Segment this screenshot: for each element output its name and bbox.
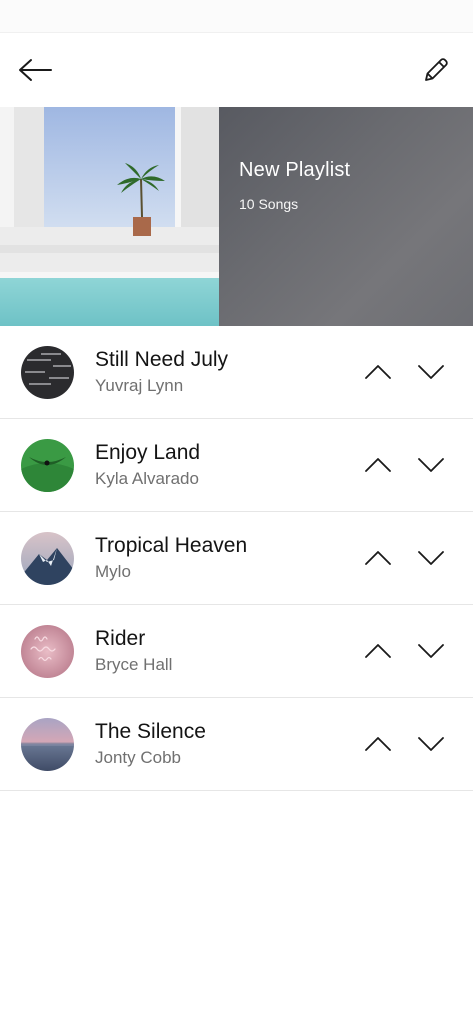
song-row[interactable]: Rider Bryce Hall xyxy=(0,605,473,698)
song-row[interactable]: The Silence Jonty Cobb xyxy=(0,698,473,791)
move-down-button[interactable] xyxy=(411,538,451,578)
playlist-title: New Playlist xyxy=(239,159,351,181)
back-button[interactable] xyxy=(16,51,54,89)
playlist-cover xyxy=(0,107,219,326)
move-up-button[interactable] xyxy=(358,445,398,485)
chevron-down-icon xyxy=(418,737,444,751)
song-artwork xyxy=(21,624,74,678)
song-list: Still Need July Yuvraj Lynn Enjoy Land K… xyxy=(0,326,473,791)
chevron-up-icon xyxy=(365,551,391,565)
chevron-down-icon xyxy=(418,365,444,379)
edit-button[interactable] xyxy=(417,51,455,89)
move-down-button[interactable] xyxy=(411,724,451,764)
playlist-song-count: 10 Songs xyxy=(239,196,299,212)
chevron-down-icon xyxy=(418,458,444,472)
move-up-button[interactable] xyxy=(358,538,398,578)
move-down-button[interactable] xyxy=(411,352,451,392)
song-row[interactable]: Still Need July Yuvraj Lynn xyxy=(0,326,473,419)
song-artwork xyxy=(21,438,74,492)
move-up-button[interactable] xyxy=(358,631,398,671)
chevron-down-icon xyxy=(418,644,444,658)
arrow-left-icon xyxy=(19,59,52,81)
song-artwork xyxy=(21,531,74,585)
song-artwork xyxy=(21,345,74,399)
song-artist: Mylo xyxy=(95,562,131,581)
song-title: Tropical Heaven xyxy=(95,534,248,557)
chevron-up-icon xyxy=(365,737,391,751)
song-title: Still Need July xyxy=(95,348,229,371)
song-text: Rider Bryce Hall xyxy=(95,626,358,676)
song-text: Tropical Heaven Mylo xyxy=(95,533,358,583)
song-row[interactable]: Enjoy Land Kyla Alvarado xyxy=(0,419,473,512)
song-title: The Silence xyxy=(95,720,206,743)
move-up-button[interactable] xyxy=(358,724,398,764)
top-bar xyxy=(0,32,473,107)
song-title: Rider xyxy=(95,627,146,650)
song-title: Enjoy Land xyxy=(95,441,201,464)
song-artist: Jonty Cobb xyxy=(95,748,181,767)
song-text: The Silence Jonty Cobb xyxy=(95,719,358,769)
song-artist: Kyla Alvarado xyxy=(95,469,199,488)
chevron-up-icon xyxy=(365,644,391,658)
status-bar xyxy=(0,0,473,32)
chevron-up-icon xyxy=(365,365,391,379)
song-artist: Yuvraj Lynn xyxy=(95,376,184,395)
song-row[interactable]: Tropical Heaven Mylo xyxy=(0,512,473,605)
pencil-icon xyxy=(425,58,448,81)
song-artist: Bryce Hall xyxy=(95,655,173,674)
playlist-header: New Playlist 10 Songs xyxy=(0,107,473,326)
move-down-button[interactable] xyxy=(411,445,451,485)
playlist-info: New Playlist 10 Songs xyxy=(219,107,473,326)
song-text: Still Need July Yuvraj Lynn xyxy=(95,347,358,397)
move-up-button[interactable] xyxy=(358,352,398,392)
move-down-button[interactable] xyxy=(411,631,451,671)
chevron-up-icon xyxy=(365,458,391,472)
song-text: Enjoy Land Kyla Alvarado xyxy=(95,440,358,490)
chevron-down-icon xyxy=(418,551,444,565)
song-artwork xyxy=(21,717,74,771)
